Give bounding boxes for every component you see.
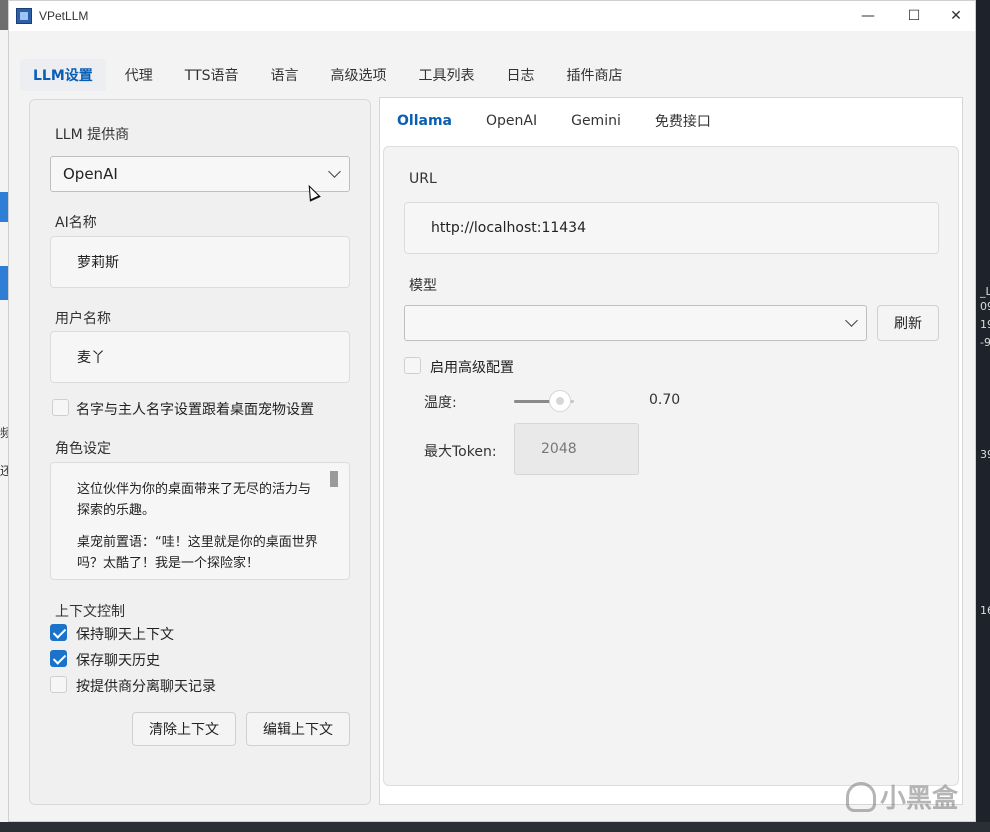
llm-settings-panel: LLM 提供商 OpenAI AI名称 萝莉斯 用户名称 麦丫 名字与主人名字设… — [29, 99, 371, 805]
max-token-input[interactable]: 2048 — [514, 423, 639, 475]
desktop-text: 16 — [980, 604, 990, 617]
desktop-taskbar — [0, 822, 990, 832]
title-bar[interactable]: VPetLLM — ☐ ✕ — [9, 1, 975, 31]
save-history-checkbox[interactable] — [50, 650, 67, 667]
desktop-text: 09 — [980, 300, 990, 313]
separate-by-provider-checkbox[interactable] — [50, 676, 67, 693]
chevron-down-icon — [845, 314, 858, 327]
provider-label: LLM 提供商 — [55, 127, 130, 143]
keep-context-checkbox[interactable] — [50, 624, 67, 641]
refresh-models-button[interactable]: 刷新 — [877, 305, 939, 341]
url-input[interactable]: http://localhost:11434 — [404, 202, 939, 254]
maximize-button[interactable]: ☐ — [891, 1, 937, 31]
app-window: VPetLLM — ☐ ✕ LLM设置 代理 TTS语音 语言 高级选项 工具列… — [8, 0, 976, 822]
role-text-paragraph: 这位伙伴为你的桌面带来了无尽的活力与探索的乐趣。 — [77, 482, 312, 518]
provider-config-panel: Ollama OpenAI Gemini 免费接口 URL http://loc… — [379, 97, 963, 805]
max-token-label: 最大Token: — [424, 444, 497, 460]
desktop-text: 19 — [980, 318, 990, 331]
tab-advanced[interactable]: 高级选项 — [331, 59, 387, 91]
watermark-logo-icon — [846, 781, 876, 812]
desktop-background-right — [976, 0, 990, 832]
edit-context-button[interactable]: 编辑上下文 — [246, 712, 350, 746]
tab-tts[interactable]: TTS语音 — [185, 59, 239, 91]
desktop-text: 39 — [980, 448, 990, 461]
chevron-down-icon — [328, 165, 341, 178]
role-text-paragraph: 桌宠前置语：“哇！这里就是你的桌面世界吗？太酷了！我是一个探险家！ — [77, 535, 318, 571]
user-name-label: 用户名称 — [55, 311, 111, 327]
window-title: VPetLLM — [39, 9, 89, 23]
sync-name-checkbox[interactable] — [52, 399, 69, 416]
sync-name-label: 名字与主人名字设置跟着桌面宠物设置 — [76, 402, 314, 418]
desktop-selection — [0, 266, 8, 300]
model-label: 模型 — [409, 278, 437, 294]
watermark: 小黑盒 — [846, 778, 958, 815]
tab-free-api[interactable]: 免费接口 — [655, 111, 711, 131]
separate-by-provider-label: 按提供商分离聊天记录 — [76, 679, 216, 695]
advanced-config-checkbox[interactable] — [404, 357, 421, 374]
clear-context-button[interactable]: 清除上下文 — [132, 712, 236, 746]
minimize-button[interactable]: — — [845, 1, 891, 31]
tab-openai[interactable]: OpenAI — [486, 113, 537, 129]
temperature-label: 温度: — [424, 395, 457, 411]
url-label: URL — [409, 171, 437, 187]
save-history-label: 保存聊天历史 — [76, 653, 160, 669]
desktop-text: -9 — [980, 336, 990, 349]
ollama-settings-card: URL http://localhost:11434 模型 刷新 启用高级配置 … — [383, 146, 959, 786]
ai-name-input[interactable]: 萝莉斯 — [50, 236, 350, 288]
tab-tools[interactable]: 工具列表 — [419, 59, 475, 91]
watermark-text: 小黑盒 — [880, 784, 959, 814]
user-name-value: 麦丫 — [77, 350, 105, 366]
temperature-slider-thumb[interactable] — [549, 390, 571, 412]
keep-context-label: 保持聊天上下文 — [76, 627, 174, 643]
desktop-text: _L — [980, 285, 990, 298]
ai-name-value: 萝莉斯 — [77, 255, 119, 271]
tab-llm-settings[interactable]: LLM设置 — [20, 59, 106, 91]
main-tabs: LLM设置 代理 TTS语音 语言 高级选项 工具列表 日志 插件商店 — [20, 57, 655, 93]
provider-select-value: OpenAI — [63, 165, 118, 183]
tab-proxy[interactable]: 代理 — [125, 59, 153, 91]
max-token-value: 2048 — [541, 441, 577, 457]
advanced-config-label: 启用高级配置 — [430, 360, 514, 376]
scrollbar-thumb[interactable] — [330, 471, 338, 487]
user-name-input[interactable]: 麦丫 — [50, 331, 350, 383]
tab-logs[interactable]: 日志 — [507, 59, 535, 91]
temperature-value: 0.70 — [649, 392, 681, 408]
provider-tabs: Ollama OpenAI Gemini 免费接口 — [397, 108, 745, 134]
tab-ollama[interactable]: Ollama — [397, 113, 452, 129]
model-select[interactable] — [404, 305, 867, 341]
role-label: 角色设定 — [55, 441, 111, 457]
ai-name-label: AI名称 — [55, 215, 97, 231]
tab-gemini[interactable]: Gemini — [571, 113, 621, 129]
app-logo-icon — [16, 8, 32, 24]
desktop-selection — [0, 192, 8, 222]
close-button[interactable]: ✕ — [933, 1, 979, 31]
tab-language[interactable]: 语言 — [271, 59, 299, 91]
tab-plugin-store[interactable]: 插件商店 — [567, 59, 623, 91]
url-value: http://localhost:11434 — [431, 220, 586, 236]
context-section-label: 上下文控制 — [55, 604, 125, 620]
role-textarea[interactable]: 这位伙伴为你的桌面带来了无尽的活力与探索的乐趣。 桌宠前置语：“哇！这里就是你的… — [50, 462, 350, 580]
